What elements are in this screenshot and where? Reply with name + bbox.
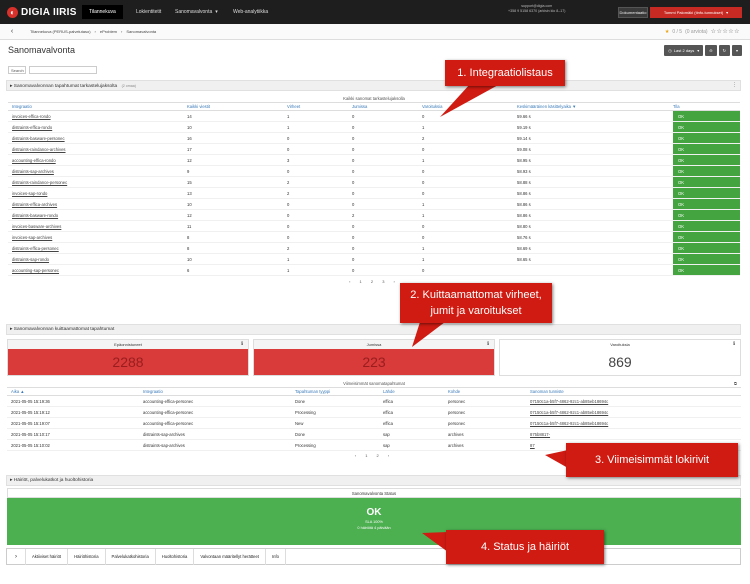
callout-unacknowledged: 2. Kuittaamattomat virheet, jumit ja var…: [400, 283, 552, 323]
callout-pointer: [545, 450, 568, 468]
callout-pointer: [412, 322, 445, 347]
callout-status: 4. Status ja häiriöt: [446, 530, 604, 564]
callout-pointer: [422, 532, 448, 552]
callout-pointers: [412, 84, 568, 552]
callout-integration-list: 1. Integraatiolistaus: [445, 60, 565, 86]
callout-line: 2. Kuittaamattomat virheet,: [410, 289, 542, 301]
callout-latest-logs: 3. Viimeisimmät lokirivit: [566, 443, 738, 477]
callout-pointer: [440, 84, 500, 117]
callout-line: jumit ja varoitukset: [430, 305, 522, 317]
